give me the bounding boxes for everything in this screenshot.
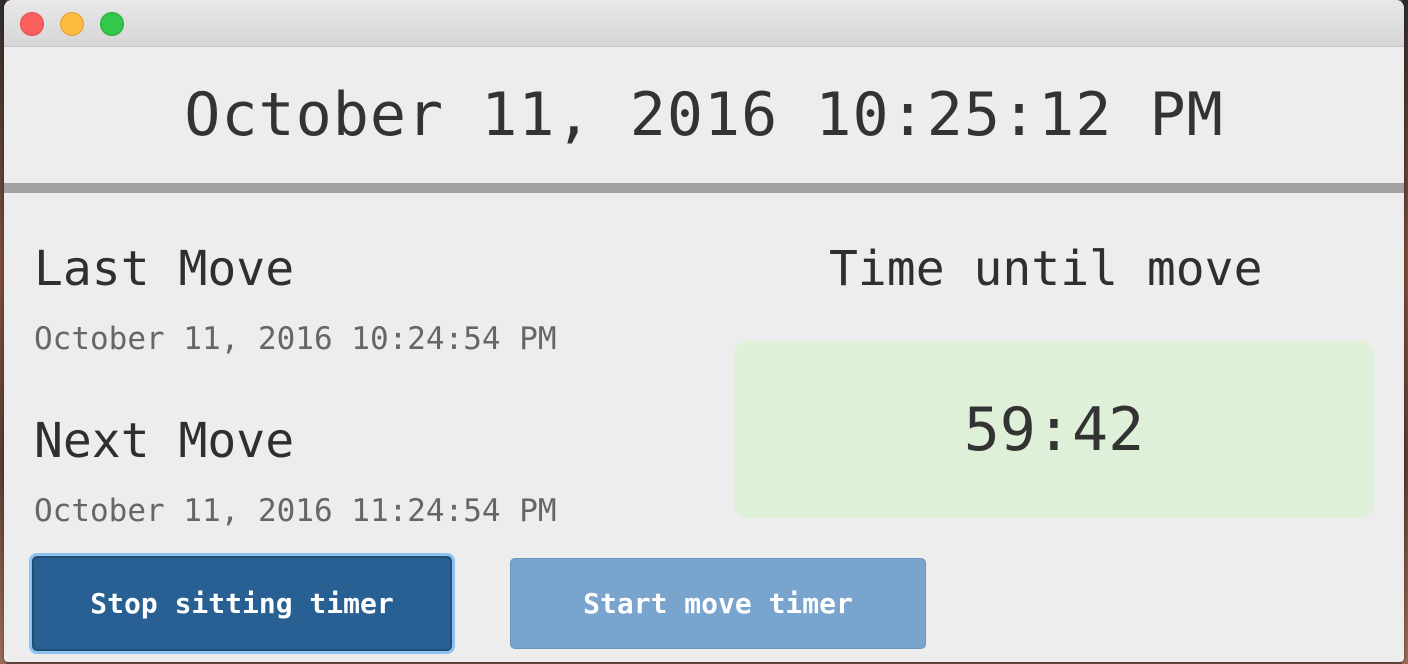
divider <box>4 183 1404 193</box>
minimize-icon[interactable] <box>60 12 84 36</box>
app-window: October 11, 2016 10:25:12 PM Last Move O… <box>4 0 1404 662</box>
last-move-heading: Last Move <box>34 241 295 297</box>
time-until-move-heading: Time until move <box>829 241 1263 297</box>
clock-area: October 11, 2016 10:25:12 PM <box>4 47 1404 183</box>
start-move-timer-button[interactable]: Start move timer <box>510 558 926 649</box>
title-bar[interactable] <box>4 0 1404 47</box>
next-move-datetime: October 11, 2016 11:24:54 PM <box>34 493 557 529</box>
last-move-datetime: October 11, 2016 10:24:54 PM <box>34 321 557 357</box>
zoom-icon[interactable] <box>100 12 124 36</box>
stop-sitting-timer-button[interactable]: Stop sitting timer <box>32 556 452 651</box>
countdown-box: 59:42 <box>734 341 1374 518</box>
close-icon[interactable] <box>20 12 44 36</box>
current-datetime: October 11, 2016 10:25:12 PM <box>184 80 1224 150</box>
countdown-value: 59:42 <box>963 394 1145 465</box>
next-move-heading: Next Move <box>34 413 295 469</box>
